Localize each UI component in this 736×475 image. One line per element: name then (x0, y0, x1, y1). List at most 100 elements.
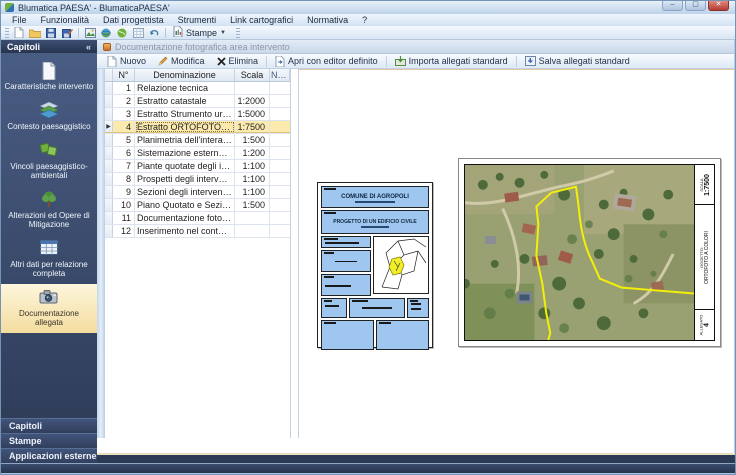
table-row[interactable]: 6Sistemazione esterna (piante e se...1:2… (105, 147, 290, 160)
menu-item-normativa[interactable]: Normativa (300, 14, 355, 26)
allegato-value: 4 (704, 315, 711, 336)
cell-numero: 5 (113, 134, 135, 146)
close-button[interactable]: ✕ (708, 1, 729, 11)
save-as-icon[interactable] (59, 27, 75, 39)
cell-scala (235, 225, 270, 237)
sidebar-item-label: Vincoli paesaggistico-ambientali (4, 162, 94, 180)
cell-denominazione: Estratto catastale (135, 95, 235, 107)
cell-numero: 4 (113, 121, 135, 133)
cell-denominazione: Inserimento nel contesto paesaggi... (135, 225, 235, 237)
menu-item-funzionalit[interactable]: Funzionalità (34, 14, 97, 26)
stampe-label: Stampe (186, 28, 217, 38)
row-selector: ▶ (105, 121, 113, 133)
table-row[interactable]: 8Prospetti degli interventi in progetto1… (105, 173, 290, 186)
toolbar-overflow-grip[interactable] (236, 28, 240, 38)
open-folder-icon[interactable] (27, 27, 43, 39)
sidebar-item-alterazioni-ed-opere-di-mitigazione[interactable]: Alterazioni ed Opere di Mitigazione (1, 186, 97, 235)
table-row[interactable]: 11Documentazione fotografica stato... (105, 212, 290, 225)
stampe-button[interactable]: Stampe ▼ (169, 27, 230, 39)
row-selector (105, 160, 113, 172)
minimize-button[interactable]: – (662, 1, 683, 11)
sidebar-header: Capitoli « (1, 40, 97, 53)
sidebar-item-caratteristiche-intervento[interactable]: Caratteristiche intervento (1, 57, 97, 97)
table-row[interactable]: 1Relazione tecnica (105, 82, 290, 95)
column-header-n[interactable]: N° (113, 69, 135, 81)
sidebar-item-altri-dati-per-relazione-completa[interactable]: Altri dati per relazione completa (1, 235, 97, 284)
scala-label: SCALA (699, 174, 704, 196)
app-icon (5, 3, 14, 12)
menu-item-link-cartografici[interactable]: Link cartografici (223, 14, 300, 26)
action-label: Salva allegati standard (539, 56, 630, 66)
globe2-icon[interactable] (114, 27, 130, 39)
table-row[interactable]: 9Sezioni degli interventi in progetto1:1… (105, 186, 290, 199)
cell-denominazione: Sistemazione esterna (piante e se... (135, 147, 235, 159)
camera-icon (39, 289, 59, 307)
apri-con-editor-definito-button[interactable]: Apri con editor definito (269, 55, 384, 68)
salva-allegati-standard-button[interactable]: Salva allegati standard (519, 55, 636, 68)
new-file-icon[interactable] (11, 27, 27, 39)
cell-note (270, 121, 290, 133)
aerial-photo (465, 165, 694, 340)
action-label: Elimina (229, 56, 259, 66)
collapse-sidebar-icon[interactable]: « (86, 42, 91, 52)
document-icon (39, 62, 59, 80)
sidebar-section-capitoli[interactable]: Capitoli (1, 418, 97, 433)
table-row[interactable]: 3Estratto Strumento urbanistico1:5000 (105, 108, 290, 121)
table-row[interactable]: 10Piano Quotato e Sezioni terreno1:500 (105, 199, 290, 212)
row-selector (105, 225, 113, 237)
column-header-note-de[interactable]: Note de... (270, 69, 290, 81)
cell-scala (235, 82, 270, 94)
row-selector-header (105, 69, 113, 81)
oggetto-value: ORTOFOTO A COLORI (704, 231, 710, 284)
table-row[interactable]: 12Inserimento nel contesto paesaggi... (105, 225, 290, 238)
cell-note (270, 95, 290, 107)
grid-icon[interactable] (130, 27, 146, 39)
row-selector (105, 147, 113, 159)
cell-note (270, 82, 290, 94)
modifica-button[interactable]: Modifica (152, 55, 211, 68)
cell-note (270, 225, 290, 237)
globe-icon[interactable] (98, 27, 114, 39)
maximize-button[interactable]: ▢ (685, 1, 706, 11)
cell-note (270, 173, 290, 185)
table-row[interactable]: 2Estratto catastale1:2000 (105, 95, 290, 108)
left-splitter[interactable] (97, 69, 105, 438)
menu-item-strumenti[interactable]: Strumenti (171, 14, 224, 26)
preview-panel: COMUNE DI AGROPOLI PROGETTO DI UN EDIFIC… (298, 69, 734, 438)
sidebar-section-applicazioni-esterne[interactable]: Applicazioni esterne (1, 448, 97, 463)
sidebar-section-stampe[interactable]: Stampe (1, 433, 97, 448)
column-header-denominazione[interactable]: Denominazione (135, 69, 235, 81)
save-icon[interactable] (43, 27, 59, 39)
undo-icon[interactable] (146, 27, 162, 39)
menu-item-help[interactable]: ? (355, 14, 374, 26)
puzzle-icon (39, 142, 59, 160)
cell-denominazione: Prospetti degli interventi in progetto (135, 173, 235, 185)
row-selector (105, 186, 113, 198)
field-box (321, 274, 371, 296)
cell-scala: 1:100 (235, 173, 270, 185)
menu-item-file[interactable]: File (5, 14, 34, 26)
import-icon (395, 56, 406, 66)
sidebar-item-contesto-paesaggistico[interactable]: Contesto paesaggistico (1, 97, 97, 137)
cell-denominazione: Piante quotate degli interventi in p... (135, 160, 235, 172)
image-icon[interactable] (82, 27, 98, 39)
importa-allegati-standard-button[interactable]: Importa allegati standard (389, 55, 514, 68)
table-row[interactable]: 7Piante quotate degli interventi in p...… (105, 160, 290, 173)
app-window: Blumatica PAESA' - BlumaticaPAESA' – ▢ ✕… (0, 0, 736, 475)
sidebar-header-label: Capitoli (7, 42, 40, 52)
row-selector (105, 95, 113, 107)
sidebar-item-label: Altri dati per relazione completa (4, 260, 94, 278)
pencil-icon (158, 56, 168, 66)
cell-note (270, 160, 290, 172)
content-header: Documentazione fotografica area interven… (97, 40, 734, 54)
table-row[interactable]: 5Planimetria dell'intera area d'interv..… (105, 134, 290, 147)
column-header-scala[interactable]: Scala (235, 69, 270, 81)
sidebar-item-documentazione-allegata[interactable]: Documentazione allegata (1, 284, 97, 333)
cell-scala (235, 212, 270, 224)
scala-value: 1:7500 (704, 174, 711, 196)
menu-item-dati-progettista[interactable]: Dati progettista (96, 14, 171, 26)
sidebar-item-vincoli-paesaggistico-ambientali[interactable]: Vincoli paesaggistico-ambientali (1, 137, 97, 186)
nuovo-button[interactable]: Nuovo (101, 55, 152, 68)
elimina-button[interactable]: Elimina (211, 55, 265, 68)
table-row[interactable]: ▶4Estratto ORTOFOTO dell'area di in...1:… (105, 121, 290, 134)
